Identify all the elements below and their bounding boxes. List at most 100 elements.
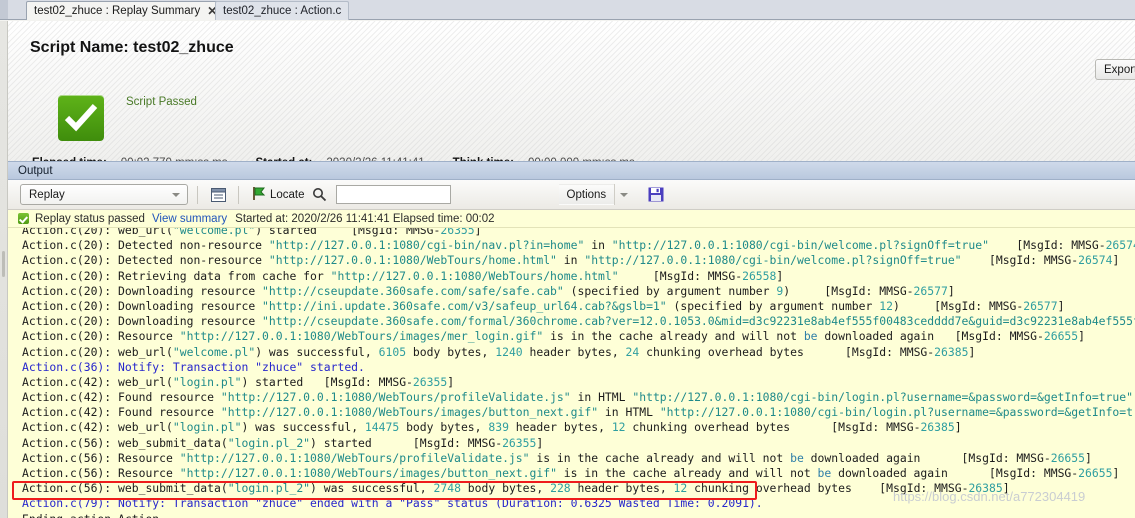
log-line[interactable]: Action.c(20): Detected non-resource "htt…	[22, 238, 1135, 253]
log-line[interactable]: Action.c(42): web_url("login.pl") was su…	[22, 420, 1135, 435]
log-segment: 26577	[913, 283, 948, 298]
export-button[interactable]: Export	[1095, 59, 1135, 80]
log-line[interactable]: Ending action Action.	[22, 512, 1135, 518]
log-line[interactable]: Action.c(20): web_url("welcome.pl") star…	[22, 228, 1135, 238]
log-segment: ]	[1112, 253, 1120, 268]
log-segment: ) [MsgId: MMSG-	[892, 298, 1024, 313]
log-segment: is in the cache already and will not	[556, 466, 818, 480]
check-icon	[18, 213, 29, 224]
log-output-area[interactable]: Action.c(20): web_url("welcome.pl") star…	[8, 228, 1135, 518]
tab-action-c[interactable]: test02_zhuce : Action.c	[215, 1, 350, 20]
log-segment: (specified by argument number	[563, 283, 777, 298]
log-line[interactable]: Action.c(56): Resource "http://127.0.0.1…	[22, 451, 1135, 466]
view-summary-link[interactable]: View summary	[152, 213, 227, 225]
log-segment: Action.c(42):	[22, 420, 119, 435]
log-segment: "http://127.0.0.1:1080/WebTours/profileV…	[179, 450, 530, 465]
log-line[interactable]: Action.c(20): web_url("welcome.pl") was …	[22, 345, 1135, 360]
log-segment: (specified by argument number	[666, 298, 880, 313]
output-toolbar: Replay Locate Options	[8, 180, 1135, 210]
log-segment: "login.pl_2"	[227, 435, 311, 450]
log-segment: web_url(	[118, 228, 173, 237]
log-segment: ]	[474, 228, 482, 237]
log-line[interactable]: Action.c(20): Downloading resource "http…	[22, 299, 1135, 314]
log-segment: 26385	[934, 344, 969, 359]
log-segment: ]	[1085, 450, 1092, 465]
log-segment: "http://cseupdate.360safe.com/formal/360…	[262, 314, 1135, 329]
log-line[interactable]: Action.c(42): Found resource "http://127…	[22, 405, 1135, 420]
log-segment: downloaded again [MsgId: MMSG-	[803, 450, 1051, 465]
log-segment: 12	[611, 420, 626, 435]
log-line[interactable]: Action.c(56): web_submit_data("login.pl_…	[22, 436, 1135, 451]
search-icon[interactable]	[309, 184, 331, 205]
log-line[interactable]: Action.c(42): web_url("login.pl") starte…	[22, 375, 1135, 390]
log-segment: "http://127.0.0.1:1080/WebTours/profileV…	[220, 390, 571, 405]
log-segment: "http://127.0.0.1:1080/WebTours/images/b…	[220, 405, 599, 420]
log-line[interactable]: Action.c(42): Found resource "http://127…	[22, 390, 1135, 405]
log-segment: Ending action Action.	[22, 512, 166, 518]
log-segment: "http://127.0.0.1:1080/WebTours/home.htm…	[268, 253, 557, 268]
log-segment: is in the cache already and will not	[529, 450, 791, 465]
log-segment: "http://127.0.0.1:1080/cgi-bin/welcome.p…	[584, 253, 962, 268]
chevron-down-icon-options	[620, 192, 629, 197]
log-segment: chunking overhead bytes [MsgId: MMSG-	[639, 344, 935, 359]
log-segment: "http://cseupdate.360safe.com/safe/safe.…	[262, 283, 564, 298]
log-segment: web_submit_data(	[118, 481, 228, 496]
log-segment: Downloading resource	[118, 314, 263, 329]
log-segment: 12	[879, 298, 893, 313]
log-segment: Resource	[118, 466, 180, 480]
log-segment: 228	[550, 481, 571, 496]
log-segment: ) started [MsgId: MMSG-	[255, 228, 441, 237]
log-segment: "http://ini.update.360safe.com/v3/safeup…	[262, 298, 667, 313]
log-segment: be	[790, 450, 804, 465]
log-segment: 24	[625, 344, 640, 359]
log-line[interactable]: Action.c(20): Resource "http://127.0.0.1…	[22, 329, 1135, 344]
log-segment: Resource	[118, 450, 180, 465]
log-segment: Action.c(42):	[22, 390, 119, 405]
log-segment: 26574	[1078, 253, 1113, 268]
tab-replay-summary[interactable]: test02_zhuce : Replay Summary ✕	[26, 1, 226, 20]
log-segment: be	[803, 329, 818, 344]
log-segment: Action.c(20):	[22, 314, 119, 329]
save-icon[interactable]	[645, 184, 667, 205]
log-line[interactable]: Action.c(20): Detected non-resource "htt…	[22, 253, 1135, 268]
log-segment: body bytes,	[460, 481, 551, 496]
log-line[interactable]: Action.c(56): Resource "http://127.0.0.1…	[22, 466, 1135, 481]
log-segment: 839	[488, 420, 509, 435]
log-line[interactable]: Action.c(36): Notify: Transaction "zhuce…	[22, 360, 1135, 375]
log-segment: 26655	[1078, 466, 1113, 480]
log-segment: Action.c(42):	[22, 405, 119, 420]
log-segment: body bytes,	[406, 344, 496, 359]
log-segment: "http://127.0.0.1:1080/cgi-bin/login.pl?…	[632, 390, 1133, 405]
log-line[interactable]: Action.c(20): Retrieving data from cache…	[22, 269, 1135, 284]
log-segment: 26355	[412, 374, 448, 389]
splitter-grip[interactable]	[2, 251, 5, 277]
log-segment: 26558	[742, 268, 777, 283]
replay-mode-dropdown[interactable]: Replay	[20, 184, 188, 205]
log-segment: 14475	[364, 420, 400, 435]
replay-status-info: Started at: 2020/2/26 11:41:41 Elapsed t…	[235, 212, 495, 225]
log-segment: 26577	[1023, 298, 1058, 313]
log-line[interactable]: Action.c(20): Downloading resource "http…	[22, 284, 1135, 299]
options-dropdown-button[interactable]	[614, 184, 635, 205]
log-segment: in HTML	[598, 405, 660, 420]
export-button-label: Export	[1104, 63, 1135, 76]
pass-status-label: Script Passed	[126, 96, 197, 108]
log-segment: Action.c(20):	[22, 344, 119, 359]
output-panel-header: Output	[8, 161, 1135, 180]
log-segment: [MsgId: MMSG-	[961, 253, 1079, 268]
options-button[interactable]: Options	[558, 184, 615, 205]
grid-view-icon[interactable]	[207, 184, 229, 205]
log-segment: Action.c(20):	[22, 283, 119, 298]
log-line[interactable]: Action.c(20): Downloading resource "http…	[22, 314, 1135, 329]
log-segment: "http://127.0.0.1:1080/WebTours/home.htm…	[330, 268, 619, 283]
search-input[interactable]	[335, 185, 451, 204]
log-segment: Found resource	[118, 405, 221, 420]
toolbar-divider-2	[238, 185, 239, 204]
log-segment: "http://127.0.0.1:1080/cgi-bin/login.pl?…	[659, 405, 1135, 420]
locate-button[interactable]: Locate	[248, 184, 309, 205]
log-segment: in	[584, 238, 612, 253]
replay-summary-window: test02_zhuce : Replay Summary ✕ test02_z…	[0, 0, 1135, 518]
replay-mode-value: Replay	[29, 188, 65, 201]
log-segment: ) was successful,	[255, 344, 379, 359]
log-segment: ) started [MsgId: MMSG-	[241, 374, 413, 389]
